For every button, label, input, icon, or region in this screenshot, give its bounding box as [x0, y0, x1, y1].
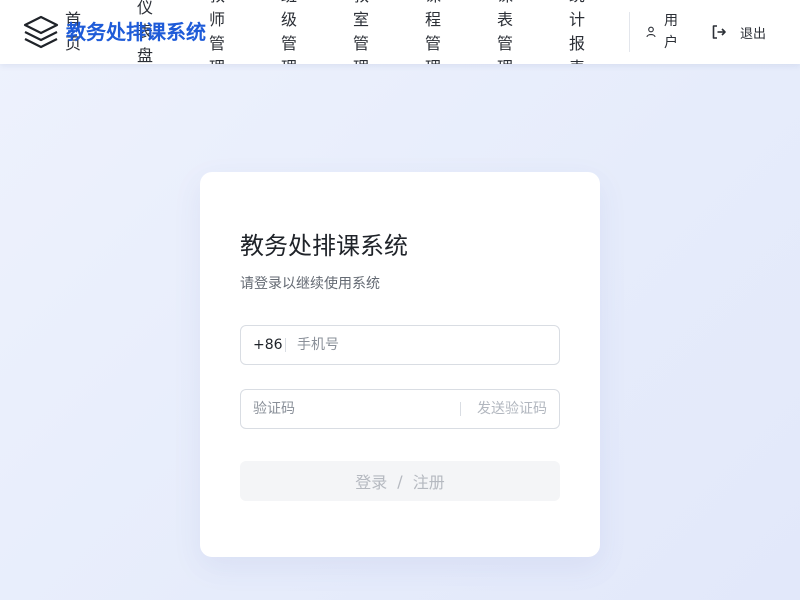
login-label: 登录	[355, 473, 388, 492]
send-code-button[interactable]: 发送验证码	[477, 390, 547, 428]
top-header: 首页 仪表盘 教师管理 班级管理 教室管理 课程管理 课表管理 统计报表 教务处…	[0, 0, 800, 64]
register-label: 注册	[412, 473, 445, 492]
user-icon[interactable]	[646, 26, 656, 38]
login-title: 教务处排课系统	[240, 232, 408, 260]
verification-code-input[interactable]	[253, 390, 443, 428]
logout-label: 退出	[740, 26, 767, 42]
login-register-button[interactable]: 登录 / 注册	[240, 461, 560, 501]
nav-item-courses[interactable]: 课程管理	[423, 0, 443, 64]
nav-item-teachers[interactable]: 教师管理	[207, 0, 227, 64]
logout-icon	[712, 25, 726, 39]
login-card: 教务处排课系统 请登录以继续使用系统 +86 发送验证码 登录 / 注册	[200, 172, 600, 557]
brand-title[interactable]: 教务处排课系统	[66, 19, 206, 45]
login-subtitle: 请登录以继续使用系统	[240, 276, 380, 292]
nav-item-reports[interactable]: 统计报表	[567, 0, 587, 64]
phone-prefix: +86	[253, 337, 283, 353]
header-divider	[629, 12, 630, 52]
code-divider	[460, 402, 461, 416]
nav-item-classrooms[interactable]: 教室管理	[351, 0, 371, 64]
phone-input[interactable]	[297, 326, 547, 364]
user-menu-label[interactable]: 用户	[664, 10, 680, 54]
phone-field[interactable]: +86	[240, 325, 560, 365]
code-field[interactable]: 发送验证码	[240, 389, 560, 429]
layers-icon[interactable]	[22, 14, 60, 50]
logout-button[interactable]: 退出	[710, 20, 774, 44]
nav-item-classes[interactable]: 班级管理	[279, 0, 299, 64]
nav-item-timetable[interactable]: 课表管理	[495, 0, 515, 64]
phone-prefix-divider	[285, 338, 286, 352]
login-register-separator: /	[397, 471, 403, 491]
